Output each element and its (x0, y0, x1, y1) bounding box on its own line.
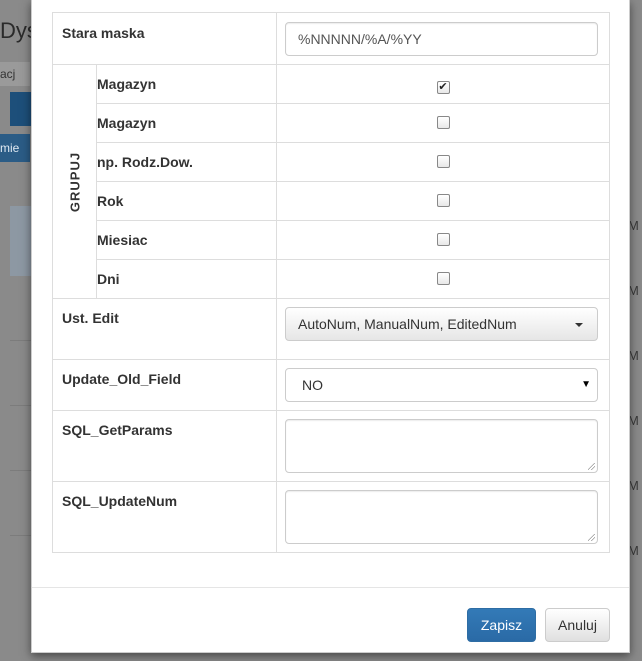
background-tab: acj (0, 62, 30, 86)
sql-updatenum-textarea[interactable] (285, 490, 598, 544)
grupuj-row: Rok (53, 181, 610, 221)
grupuj-option-label: Magazyn (96, 103, 277, 143)
modal-footer: Zapisz Anuluj (32, 587, 629, 653)
grupuj-option-label: np. Rodz.Dow. (96, 142, 277, 182)
row-ust-edit: Ust. Edit AutoNum, ManualNum, EditedNum (52, 298, 610, 360)
modal-body: Stara maska %NNNNN/%A/%YY GRUPUJ Magazyn… (52, 12, 610, 553)
cancel-button[interactable]: Anuluj (545, 608, 610, 642)
magazyn-checkbox[interactable]: ✔ (436, 80, 450, 94)
row-update-old-field: Update_Old_Field NO ▼ (52, 359, 610, 411)
grupuj-option-label: Rok (96, 181, 277, 221)
form-table: Stara maska %NNNNN/%A/%YY GRUPUJ Magazyn… (52, 12, 610, 553)
grupuj-row: Dni (53, 259, 610, 299)
background-bar: mie (0, 134, 30, 162)
grupuj-row: Magazyn (53, 103, 610, 143)
row-sql-getparams: SQL_GetParams (52, 410, 610, 482)
grupuj-option-label: Magazyn (96, 64, 277, 104)
dni-checkbox[interactable] (436, 272, 450, 285)
stara-maska-input[interactable]: %NNNNN/%A/%YY (285, 22, 598, 56)
update-old-field-select[interactable]: NO ▼ (285, 368, 598, 402)
update-old-field-label: Update_Old_Field (62, 371, 182, 387)
check-icon: ✔ (438, 80, 448, 93)
grupuj-option-label: Dni (96, 259, 277, 299)
grupuj-row: GRUPUJ Magazyn ✔ (52, 64, 610, 299)
grupuj-label: GRUPUJ (67, 151, 82, 212)
modal-dialog: Stara maska %NNNNN/%A/%YY GRUPUJ Magazyn… (31, 0, 630, 653)
sql-updatenum-label: SQL_UpdateNum (62, 493, 178, 509)
ust-edit-value: AutoNum, ManualNum, EditedNum (298, 316, 517, 332)
grupuj-row: Miesiac (53, 220, 610, 260)
select-arrow-icon: ▼ (581, 379, 591, 390)
resize-grip-icon[interactable] (588, 534, 595, 541)
update-old-field-value: NO (302, 377, 323, 393)
grupuj-group: GRUPUJ (52, 64, 97, 299)
resize-grip-icon[interactable] (588, 463, 595, 470)
ust-edit-dropdown[interactable]: AutoNum, ManualNum, EditedNum (285, 307, 598, 341)
miesiac-checkbox[interactable] (436, 233, 450, 246)
rok-checkbox[interactable] (436, 194, 450, 207)
sql-getparams-textarea[interactable] (285, 419, 598, 473)
sql-getparams-label: SQL_GetParams (62, 422, 173, 438)
save-button[interactable]: Zapisz (467, 608, 536, 642)
grupuj-option-label: Miesiac (96, 220, 277, 260)
row-sql-updatenum: SQL_UpdateNum (52, 481, 610, 553)
rodz-dow-checkbox[interactable] (436, 155, 450, 168)
magazyn-2-checkbox[interactable] (436, 116, 450, 129)
stara-maska-label: Stara maska (62, 25, 145, 41)
grupuj-row: np. Rodz.Dow. (53, 142, 610, 182)
caret-down-icon (575, 323, 583, 327)
ust-edit-label: Ust. Edit (62, 310, 119, 326)
row-stara-maska: Stara maska %NNNNN/%A/%YY (52, 12, 610, 65)
